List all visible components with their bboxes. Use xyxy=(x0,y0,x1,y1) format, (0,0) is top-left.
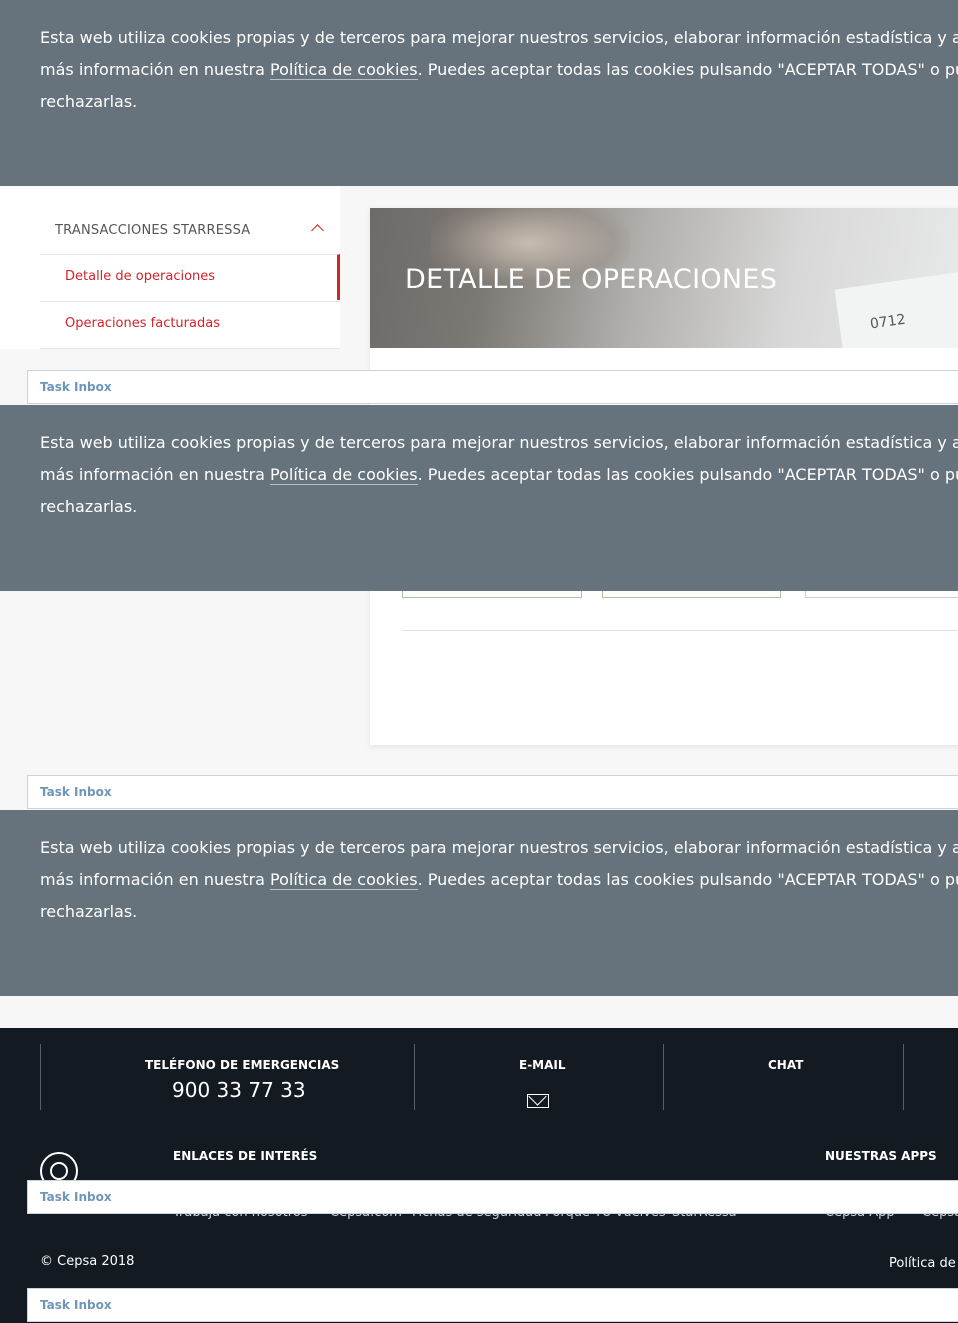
cookie-line-2-prefix: más información en nuestra xyxy=(40,60,271,79)
cookie-line-2-prefix: más información en nuestra xyxy=(40,465,271,484)
footer-divider xyxy=(903,1044,904,1110)
sidebar-item-detalle-operaciones[interactable]: Detalle de operaciones xyxy=(40,254,340,300)
cookie-banner: Esta web utiliza cookies propias y de te… xyxy=(0,810,958,996)
cookie-policy-link[interactable]: Política de cookies xyxy=(270,60,418,80)
email-title: E-MAIL xyxy=(519,1058,566,1072)
footer-divider xyxy=(40,1044,41,1110)
footer: TELÉFONO DE EMERGENCIAS 900 33 77 33 E-M… xyxy=(0,1028,958,1323)
cookie-banner: Esta web utiliza cookies propias y de te… xyxy=(0,0,958,186)
chat-title[interactable]: CHAT xyxy=(768,1058,803,1072)
cookie-line-3: rechazarlas. xyxy=(40,497,138,516)
mail-icon[interactable] xyxy=(527,1094,549,1108)
cookie-line-3: rechazarlas. xyxy=(40,902,138,921)
cookie-text: Esta web utiliza cookies propias y de te… xyxy=(40,832,958,928)
cookie-line-1: Esta web utiliza cookies propias y de te… xyxy=(40,28,958,47)
emergency-phone[interactable]: 900 33 77 33 xyxy=(172,1078,306,1102)
apps-title: NUESTRAS APPS xyxy=(825,1149,937,1163)
sidebar-item-operaciones-facturadas[interactable]: Operaciones facturadas xyxy=(40,301,340,349)
links-title: ENLACES DE INTERÉS xyxy=(173,1149,318,1163)
task-inbox-label[interactable]: Task Inbox xyxy=(40,380,112,394)
cookie-banner: Esta web utiliza cookies propias y de te… xyxy=(0,405,958,591)
copyright: © Cepsa 2018 xyxy=(40,1254,135,1269)
task-inbox-bar[interactable]: Task Inbox xyxy=(27,775,958,809)
footer-divider xyxy=(414,1044,415,1110)
chevron-up-icon[interactable] xyxy=(311,224,324,237)
task-inbox-label[interactable]: Task Inbox xyxy=(40,1298,112,1312)
footer-policy-link[interactable]: Política de C xyxy=(889,1256,958,1271)
cookie-line-1: Esta web utiliza cookies propias y de te… xyxy=(40,433,958,452)
cookie-policy-link[interactable]: Política de cookies xyxy=(270,870,418,890)
sidebar-section-title[interactable]: TRANSACCIONES STARRESSA xyxy=(55,223,250,238)
cookie-line-2-suffix: . Puedes aceptar todas las cookies pulsa… xyxy=(417,465,958,484)
cookie-line-2-suffix: . Puedes aceptar todas las cookies pulsa… xyxy=(417,60,958,79)
task-inbox-bar[interactable]: Task Inbox xyxy=(27,1180,958,1214)
cookie-text: Esta web utiliza cookies propias y de te… xyxy=(40,427,958,523)
cookie-text: Esta web utiliza cookies propias y de te… xyxy=(40,22,958,118)
divider xyxy=(402,630,958,631)
cookie-line-1: Esta web utiliza cookies propias y de te… xyxy=(40,838,958,857)
sidebar: TRANSACCIONES STARRESSA Detalle de opera… xyxy=(0,186,340,349)
task-inbox-bar[interactable]: Task Inbox xyxy=(27,370,958,404)
footer-divider xyxy=(663,1044,664,1110)
cookie-line-3: rechazarlas. xyxy=(40,92,138,111)
page-title: DETALLE DE OPERACIONES xyxy=(405,264,778,295)
task-inbox-label[interactable]: Task Inbox xyxy=(40,785,112,799)
task-inbox-bar[interactable]: Task Inbox xyxy=(27,1288,958,1322)
hero-banner: 0712 DETALLE DE OPERACIONES xyxy=(370,208,958,348)
task-inbox-label[interactable]: Task Inbox xyxy=(40,1190,112,1204)
sidebar-item-label: Operaciones facturadas xyxy=(65,316,220,331)
cookie-line-2-suffix: . Puedes aceptar todas las cookies pulsa… xyxy=(417,870,958,889)
sidebar-item-label: Detalle de operaciones xyxy=(65,269,216,284)
emergency-title: TELÉFONO DE EMERGENCIAS xyxy=(145,1058,340,1072)
hero-card-image xyxy=(834,267,958,348)
cookie-policy-link[interactable]: Política de cookies xyxy=(270,465,418,485)
cookie-line-2-prefix: más información en nuestra xyxy=(40,870,271,889)
